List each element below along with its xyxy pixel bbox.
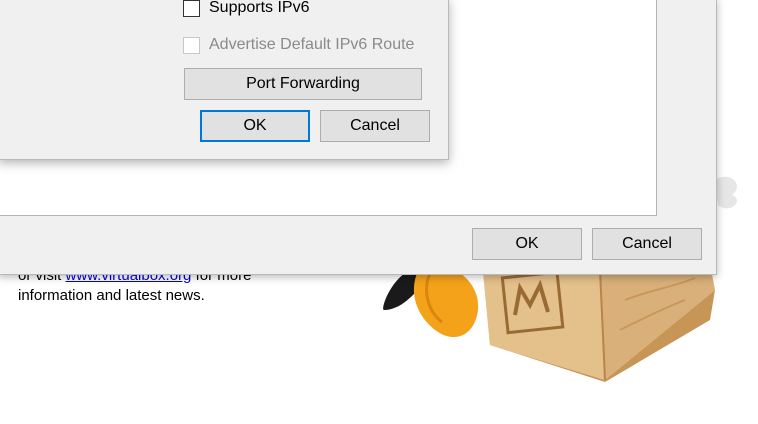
welcome-text-line2: information and latest news. xyxy=(18,287,205,304)
supports-ipv6-row[interactable]: Supports IPv6 xyxy=(183,0,310,17)
outer-cancel-button[interactable]: Cancel xyxy=(592,228,702,260)
advertise-route-label: Advertise Default IPv6 Route xyxy=(209,36,415,53)
advertise-route-checkbox xyxy=(183,36,200,54)
nat-network-details-dialog: Supports IPv6 Advertise Default IPv6 Rou… xyxy=(0,0,449,160)
outer-ok-button[interactable]: OK xyxy=(472,228,582,260)
inner-ok-button[interactable]: OK xyxy=(200,110,310,142)
supports-ipv6-checkbox[interactable] xyxy=(183,0,200,17)
port-forwarding-button[interactable]: Port Forwarding xyxy=(184,68,422,100)
supports-ipv6-label: Supports IPv6 xyxy=(209,0,310,16)
inner-cancel-button[interactable]: Cancel xyxy=(320,110,430,142)
advertise-route-row: Advertise Default IPv6 Route xyxy=(183,36,414,54)
